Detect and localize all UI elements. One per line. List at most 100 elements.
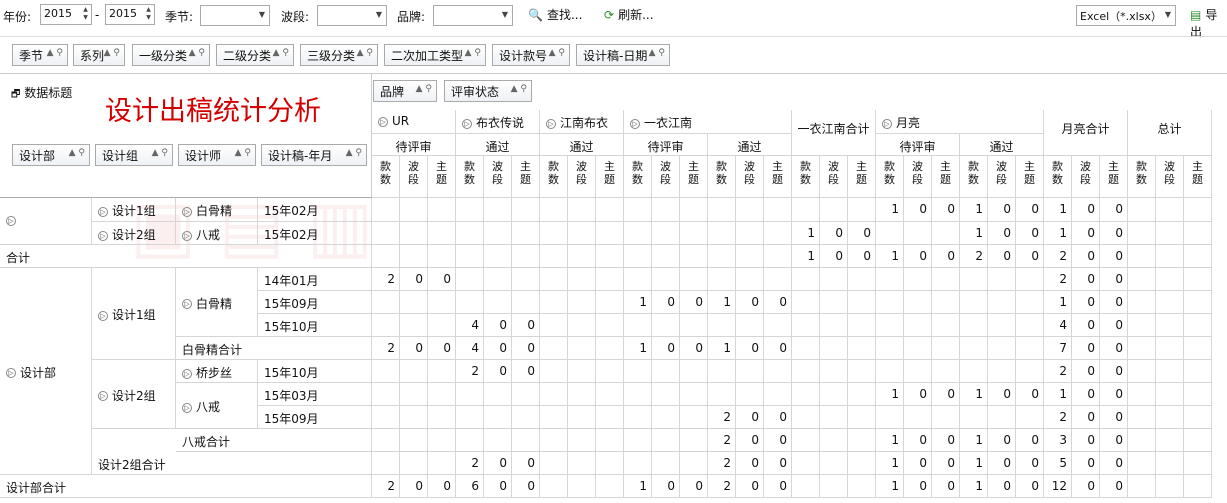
value-cell: 0	[736, 452, 764, 475]
sort-filter-icon[interactable]: ▲ ⚲	[69, 148, 85, 158]
expand-icon[interactable]: ▷	[6, 368, 16, 378]
sort-filter-icon[interactable]: ▲ ⚲	[47, 48, 63, 58]
value-cell: 0	[484, 314, 512, 337]
sort-filter-icon[interactable]: ▲ ⚲	[104, 48, 120, 58]
sort-filter-icon[interactable]: ▲ ⚲	[649, 48, 665, 58]
value-cell	[848, 475, 876, 498]
sort-filter-icon[interactable]: ▲ ⚲	[357, 48, 373, 58]
find-button[interactable]: 🔍 查找...	[528, 6, 582, 23]
value-cell: 1	[960, 383, 988, 406]
brand-header: 总计	[1128, 110, 1212, 156]
value-cell: 0	[512, 360, 540, 383]
field-chip[interactable]: 设计稿-日期 ▲ ⚲	[576, 44, 670, 66]
export-button[interactable]: ▤ 导出	[1190, 6, 1227, 40]
row-field-chip[interactable]: 设计组 ▲ ⚲	[95, 144, 173, 166]
sort-filter-icon[interactable]: ▲ ⚲	[465, 48, 481, 58]
status-header: 通过	[456, 134, 540, 156]
metric-char: 题	[1024, 173, 1035, 186]
export-format-select[interactable]: Excel（*.xlsx） ▼	[1076, 5, 1176, 26]
expand-icon[interactable]: ▷	[98, 230, 108, 241]
sort-filter-icon[interactable]: ▲ ⚲	[511, 84, 527, 94]
band-select[interactable]: ▼	[317, 5, 387, 26]
season-select[interactable]: ▼	[200, 5, 270, 26]
value-cell	[848, 452, 876, 475]
brand-select[interactable]: ▼	[433, 5, 513, 26]
value-cell: 0	[1100, 452, 1128, 475]
expand-icon[interactable]: ▷	[98, 310, 108, 321]
sort-filter-icon[interactable]: ▲ ⚲	[235, 148, 251, 158]
field-chip[interactable]: 系列 ▲ ⚲	[73, 44, 125, 66]
expand-icon[interactable]: ▷	[98, 391, 108, 401]
value-cell: 0	[1016, 452, 1044, 475]
value-cell	[540, 406, 568, 429]
sort-filter-icon[interactable]: ▲ ⚲	[549, 48, 565, 58]
row-field-chip[interactable]: 设计稿-年月 ▲ ⚲	[261, 144, 367, 166]
metric-char: 数	[884, 173, 895, 186]
metric-char: 主	[1192, 160, 1203, 173]
field-chip-label: 设计师	[185, 149, 222, 163]
spin-arrows-icon[interactable]: ▲ ▼	[81, 6, 90, 23]
spin-arrows-icon[interactable]: ▲ ▼	[144, 6, 153, 23]
sort-filter-icon[interactable]: ▲ ⚲	[273, 48, 289, 58]
value-cell	[596, 245, 624, 268]
sort-filter-icon[interactable]: ▲ ⚲	[152, 148, 168, 158]
expand-icon[interactable]: ▷	[182, 206, 192, 217]
metric-header: 款数	[1128, 156, 1156, 198]
value-cell: 0	[988, 383, 1016, 406]
field-chip[interactable]: 设计款号 ▲ ⚲	[492, 44, 570, 66]
data-title-label: 数据标题	[24, 86, 73, 100]
value-cell: 0	[400, 268, 428, 291]
row-field-chip[interactable]: 设计师 ▲ ⚲	[178, 144, 256, 166]
value-cell: 0	[680, 475, 708, 498]
expand-icon[interactable]: ▷	[630, 118, 640, 129]
month-cell: 14年01月	[258, 268, 372, 291]
expand-icon[interactable]: ▷	[98, 206, 108, 217]
value-cell	[540, 360, 568, 383]
metric-char: 款	[800, 160, 811, 173]
expand-icon[interactable]: ▷	[882, 118, 892, 129]
value-cell	[848, 268, 876, 291]
year-from-spinner[interactable]: 2015 ▲ ▼	[40, 4, 92, 25]
metric-char: 主	[940, 160, 951, 173]
field-chip[interactable]: 季节 ▲ ⚲	[12, 44, 68, 66]
col-field-chip[interactable]: 品牌 ▲ ⚲	[373, 80, 437, 102]
sort-filter-icon[interactable]: ▲ ⚲	[416, 84, 432, 94]
field-chip[interactable]: 二级分类 ▲ ⚲	[216, 44, 294, 66]
sort-filter-icon[interactable]: ▲ ⚲	[346, 148, 362, 158]
value-cell	[596, 475, 624, 498]
value-cell	[680, 406, 708, 429]
value-cell	[1184, 383, 1212, 406]
field-chip-label: 评审状态	[451, 85, 500, 99]
refresh-button[interactable]: ⟳ 刷新...	[604, 6, 654, 23]
metric-header: 主题	[848, 156, 876, 198]
year-to-spinner[interactable]: 2015 ▲ ▼	[105, 4, 155, 25]
metric-header: 波段	[400, 156, 428, 198]
expand-icon[interactable]: ▷	[182, 299, 192, 309]
value-cell: 0	[764, 406, 792, 429]
expand-icon[interactable]: ▷	[182, 368, 192, 379]
value-cell: 1	[960, 475, 988, 498]
value-cell	[988, 314, 1016, 337]
expand-icon[interactable]: ▷	[182, 402, 192, 413]
value-cell	[428, 222, 456, 245]
dept-cell: ▷ 设计部	[0, 268, 92, 475]
expand-icon[interactable]: ▷	[6, 216, 16, 226]
expand-icon[interactable]: ▷	[462, 118, 472, 129]
row-label-text: 八戒	[196, 228, 221, 242]
value-cell	[848, 337, 876, 360]
expand-icon[interactable]: ▷	[546, 118, 556, 129]
status-header: 待评审	[372, 134, 456, 156]
expand-icon[interactable]: ▷	[182, 230, 192, 241]
year-label: 年份:	[3, 10, 32, 24]
field-chip[interactable]: 一级分类 ▲ ⚲	[132, 44, 210, 66]
field-chip[interactable]: 三级分类 ▲ ⚲	[300, 44, 378, 66]
brand-header: ▷ 月亮	[876, 110, 1044, 134]
field-chip[interactable]: 二次加工类型 ▲ ⚲	[384, 44, 486, 66]
subtotal-label: 八戒合计	[176, 429, 372, 452]
metric-header: 波段	[988, 156, 1016, 198]
metric-char: 段	[576, 173, 587, 186]
row-field-chip[interactable]: 设计部 ▲ ⚲	[12, 144, 90, 166]
expand-icon[interactable]: ▷	[378, 116, 388, 127]
col-field-chip[interactable]: 评审状态 ▲ ⚲	[444, 80, 532, 102]
sort-filter-icon[interactable]: ▲ ⚲	[189, 48, 205, 58]
